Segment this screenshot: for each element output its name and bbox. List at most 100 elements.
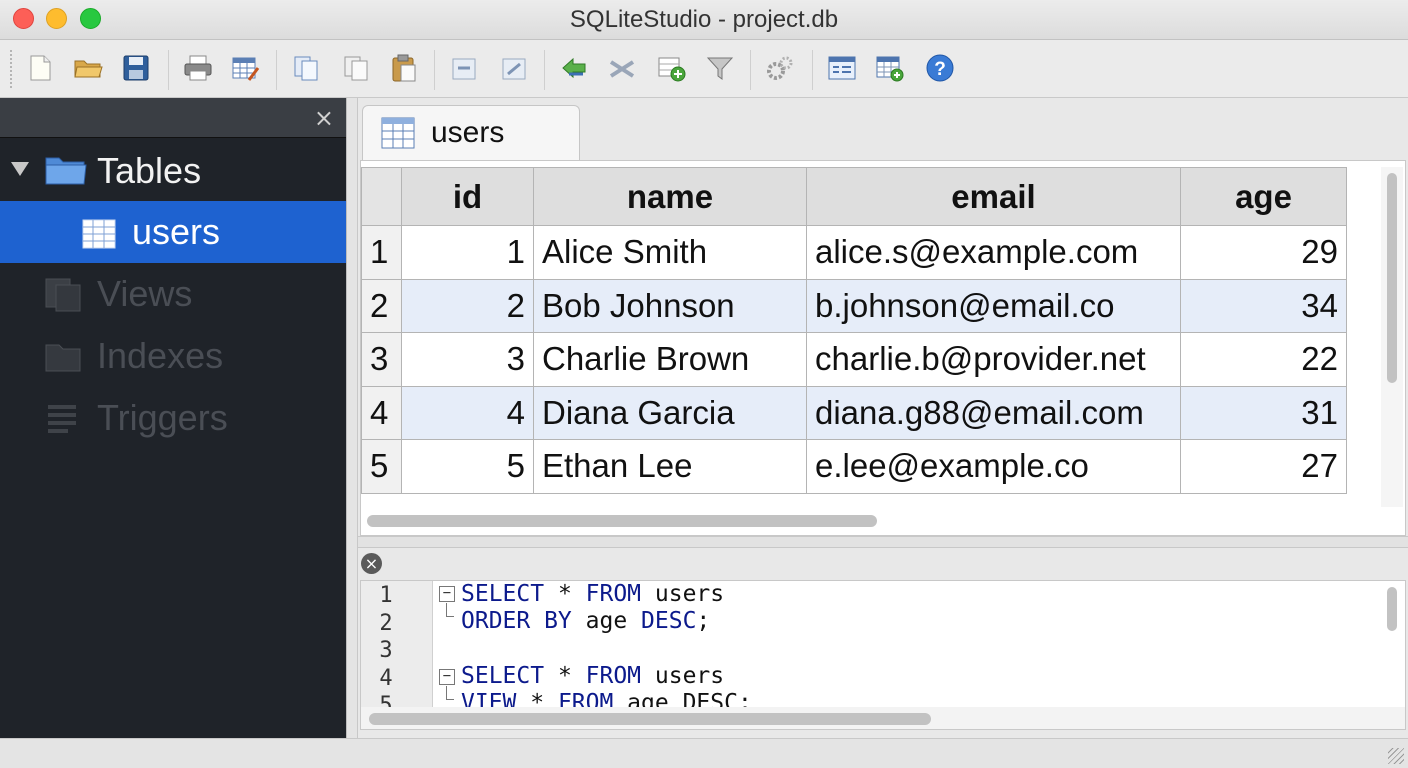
horizontal-splitter[interactable] xyxy=(358,536,1408,548)
cell-age[interactable]: 22 xyxy=(1180,332,1347,387)
cell-age[interactable]: 29 xyxy=(1180,225,1347,280)
copy-icon[interactable] xyxy=(290,52,322,84)
cell-age[interactable]: 31 xyxy=(1180,385,1347,440)
code-text: users xyxy=(641,663,725,689)
resize-grip-icon[interactable] xyxy=(1388,748,1404,764)
panel-header: × xyxy=(0,98,346,138)
tab-users[interactable]: users xyxy=(362,105,580,161)
cell-name[interactable]: Bob Johnson xyxy=(533,278,807,333)
cell-name[interactable]: Ethan Lee xyxy=(533,439,807,494)
tree-item-triggers[interactable]: Triggers xyxy=(0,387,346,449)
row-number[interactable]: 2 xyxy=(361,278,402,333)
line-number: 4 xyxy=(379,666,393,691)
corner-cell[interactable] xyxy=(361,167,402,226)
table-row[interactable]: 5 5 Ethan Lee e.lee@example.co 27 xyxy=(361,439,1347,494)
filter-icon[interactable] xyxy=(704,52,736,84)
toolbar-separator xyxy=(168,50,169,90)
open-folder-icon[interactable] xyxy=(72,52,104,84)
form-view-icon[interactable] xyxy=(826,52,858,84)
import-icon[interactable] xyxy=(448,52,480,84)
cell-email[interactable]: alice.s@example.com xyxy=(806,225,1181,280)
toolbar-grip[interactable] xyxy=(10,50,12,88)
horizontal-scrollbar[interactable] xyxy=(369,713,931,725)
code-text: users xyxy=(641,581,725,607)
cut-icon[interactable] xyxy=(606,52,638,84)
tree-item-label: Indexes xyxy=(97,335,224,376)
paste-icon[interactable] xyxy=(388,52,420,84)
vertical-scrollbar[interactable] xyxy=(1387,173,1397,383)
cell-id[interactable]: 1 xyxy=(401,225,534,280)
add-row-icon[interactable] xyxy=(656,52,688,84)
copy-alt-icon[interactable] xyxy=(340,52,372,84)
cell-id[interactable]: 2 xyxy=(401,278,534,333)
tree-item-indexes[interactable]: Indexes xyxy=(0,325,346,387)
cell-name[interactable]: Charlie Brown xyxy=(533,332,807,387)
table-row[interactable]: 1 1 Alice Smith alice.s@example.com 29 xyxy=(361,225,1347,280)
tree-item-tables[interactable]: Tables xyxy=(0,140,346,202)
cell-age[interactable]: 34 xyxy=(1180,278,1347,333)
cell-id[interactable]: 5 xyxy=(401,439,534,494)
table-row[interactable]: 4 4 Diana Garcia diana.g88@email.com 31 xyxy=(361,385,1347,440)
export-icon[interactable] xyxy=(498,52,530,84)
cell-email[interactable]: charlie.b@provider.net xyxy=(806,332,1181,387)
cell-email[interactable]: diana.g88@email.com xyxy=(806,385,1181,440)
sql-editor[interactable]: 1 2 3 4 5 − − SELECT * FROM users ORDER … xyxy=(360,580,1406,730)
column-header-id[interactable]: id xyxy=(401,167,534,226)
cell-email[interactable]: b.johnson@email.co xyxy=(806,278,1181,333)
code-keyword: FROM xyxy=(585,663,642,689)
fold-toggle-icon[interactable]: − xyxy=(439,669,455,685)
code-keyword: SELECT xyxy=(461,663,545,689)
cell-age[interactable]: 27 xyxy=(1180,439,1347,494)
add-table-icon[interactable] xyxy=(874,52,906,84)
cell-email[interactable]: e.lee@example.co xyxy=(806,439,1181,494)
fold-guide xyxy=(446,603,454,617)
vertical-scrollbar[interactable] xyxy=(1387,587,1397,631)
code-text: ; xyxy=(696,608,711,634)
editor-header: × xyxy=(358,548,1408,582)
column-header-email[interactable]: email xyxy=(806,167,1181,226)
column-header-name[interactable]: name xyxy=(533,167,807,226)
table-icon xyxy=(381,117,415,154)
tree-item-views[interactable]: Views xyxy=(0,263,346,325)
folder-icon xyxy=(44,152,88,197)
code-line: SELECT * FROM users xyxy=(461,581,724,607)
column-header-age[interactable]: age xyxy=(1180,167,1347,226)
table-row[interactable]: 3 3 Charlie Brown charlie.b@provider.net… xyxy=(361,332,1347,387)
collapse-arrow-icon[interactable] xyxy=(11,162,29,176)
database-tree-panel: × Tables users Views Indexes Triggers xyxy=(0,98,346,738)
tree-item-label: Tables xyxy=(97,150,202,191)
cell-name[interactable]: Alice Smith xyxy=(533,225,807,280)
tree-item-users[interactable]: users xyxy=(0,201,346,263)
main-area: users id name email age 1 1 Alice Smith … xyxy=(358,98,1408,738)
help-icon[interactable]: ? xyxy=(924,52,956,84)
tree-item-label: Triggers xyxy=(97,397,228,438)
row-number[interactable]: 5 xyxy=(361,439,402,494)
table-edit-icon[interactable] xyxy=(230,52,262,84)
horizontal-scrollbar[interactable] xyxy=(367,515,877,527)
print-icon[interactable] xyxy=(182,52,214,84)
code-line: SELECT * FROM users xyxy=(461,663,724,689)
table-row[interactable]: 2 2 Bob Johnson b.johnson@email.co 34 xyxy=(361,278,1347,333)
row-number[interactable]: 3 xyxy=(361,332,402,387)
settings-icon[interactable] xyxy=(764,52,796,84)
close-icon[interactable]: × xyxy=(314,104,334,132)
toolbar: ? xyxy=(0,40,1408,98)
line-number: 3 xyxy=(379,638,393,663)
refresh-icon[interactable] xyxy=(558,52,590,84)
cell-name[interactable]: Diana Garcia xyxy=(533,385,807,440)
save-icon[interactable] xyxy=(120,52,152,84)
new-file-icon[interactable] xyxy=(24,52,56,84)
window-title: SQLiteStudio - project.db xyxy=(569,6,839,33)
code-keyword: ORDER BY xyxy=(461,608,572,634)
close-icon[interactable]: × xyxy=(361,553,382,574)
cell-id[interactable]: 3 xyxy=(401,332,534,387)
vertical-splitter[interactable] xyxy=(346,98,358,738)
toolbar-separator xyxy=(544,50,545,90)
views-icon xyxy=(44,277,84,322)
fold-toggle-icon[interactable]: − xyxy=(439,586,455,602)
tree-item-label: Views xyxy=(97,273,193,314)
row-number[interactable]: 4 xyxy=(361,385,402,440)
row-number[interactable]: 1 xyxy=(361,225,402,280)
code-line: ORDER BY age DESC; xyxy=(461,608,710,634)
cell-id[interactable]: 4 xyxy=(401,385,534,440)
